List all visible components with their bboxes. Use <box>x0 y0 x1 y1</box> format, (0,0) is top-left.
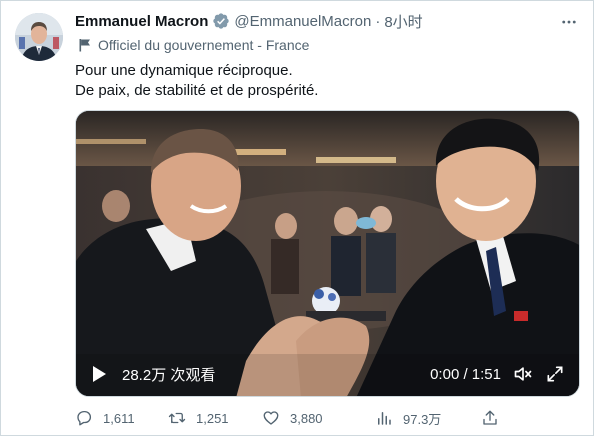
affiliation-label: Officiel du gouvernement - France <box>78 36 309 54</box>
video-player[interactable]: 28.2万 次观看 0:00 / 1:51 <box>75 110 580 397</box>
affiliation-text: Officiel du gouvernement - France <box>98 37 310 53</box>
share-icon <box>483 410 497 425</box>
separator-dot: · <box>375 12 381 30</box>
retweet-count: 1,251 <box>196 410 229 426</box>
bar-chart-icon <box>378 412 391 425</box>
play-icon <box>93 366 106 382</box>
tweet-header: Emmanuel Macron @EmmanuelMacron · 8小时 <box>75 11 423 31</box>
tweet-actions: 1,611 1,251 3,880 97.3万 <box>75 407 497 429</box>
video-controls: 28.2万 次观看 0:00 / 1:51 <box>76 352 579 396</box>
play-button[interactable] <box>90 365 108 383</box>
more-options-icon <box>562 20 576 24</box>
display-name[interactable]: Emmanuel Macron <box>75 13 208 30</box>
verified-badge-icon[interactable] <box>212 12 230 30</box>
tweet-line: De paix, de stabilité et de prospérité. <box>75 82 319 99</box>
reply-button[interactable]: 1,611 <box>75 407 135 429</box>
flag-icon <box>78 38 92 52</box>
more-options-button[interactable] <box>559 12 579 32</box>
like-count: 3,880 <box>290 410 323 426</box>
video-view-count: 28.2万 次观看 <box>122 366 216 384</box>
volume-button[interactable] <box>513 364 533 384</box>
tweet-card[interactable]: Emmanuel Macron @EmmanuelMacron · 8小时 Of… <box>0 0 594 436</box>
tweet-line: Pour une dynamique réciproque. <box>75 62 293 79</box>
like-button[interactable]: 3,880 <box>262 407 323 429</box>
views-count: 97.3万 <box>403 411 442 427</box>
timestamp[interactable]: 8小时 <box>384 11 422 32</box>
views-button[interactable]: 97.3万 <box>375 407 441 429</box>
reply-icon <box>77 410 92 426</box>
fullscreen-icon <box>547 366 563 382</box>
video-time: 0:00 / 1:51 <box>430 365 501 383</box>
handle[interactable]: @EmmanuelMacron <box>234 13 371 30</box>
volume-icon <box>514 367 532 381</box>
retweet-button[interactable]: 1,251 <box>168 407 229 429</box>
share-button[interactable] <box>481 407 499 429</box>
heart-icon <box>263 411 279 425</box>
avatar[interactable] <box>15 13 63 61</box>
fullscreen-button[interactable] <box>545 364 565 384</box>
reply-count: 1,611 <box>103 410 135 426</box>
retweet-icon <box>168 412 186 424</box>
tweet-text: Pour une dynamique réciproque. De paix, … <box>75 61 318 101</box>
